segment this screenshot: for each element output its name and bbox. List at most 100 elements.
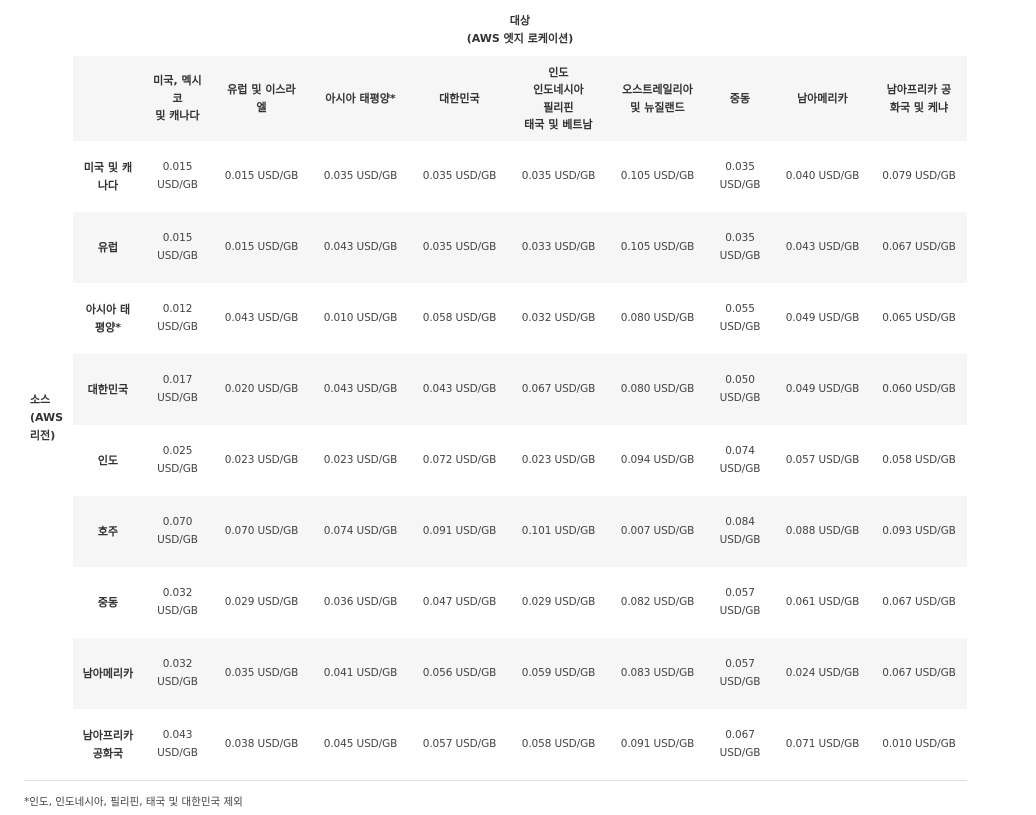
source-caption-line: (AWS xyxy=(30,411,64,424)
price-cell: 0.043 USD/GB xyxy=(323,240,398,253)
source-caption-line: 리전) xyxy=(30,429,56,442)
price-cell: 0.080 USD/GB xyxy=(620,382,695,395)
price-cell: 0.060 USD/GB xyxy=(882,382,956,395)
table-row: 인도 0.025 USD/GB 0.023 USD/GB 0.023 USD/GB 0.0… xyxy=(73,425,967,496)
price-cell: 0.067 USD/GB xyxy=(882,595,956,608)
price-cell: 0.017 USD/GB xyxy=(157,374,198,404)
price-cell: 0.035 USD/GB xyxy=(521,169,596,182)
source-region-cell: 유럽 xyxy=(97,240,119,254)
source-region-cell: 호주 xyxy=(97,524,119,538)
price-cell: 0.032 USD/GB xyxy=(521,311,596,324)
column-header: 남아메리카 xyxy=(797,91,848,105)
table-row: 남아메리카 0.032 USD/GB 0.035 USD/GB 0.041 USD/GB… xyxy=(73,638,967,709)
column-header: 인도 인도네시아 필리핀 태국 및 베트남 xyxy=(524,65,593,132)
price-cell: 0.010 USD/GB xyxy=(882,737,956,750)
table-row: 아시아 태 평양* 0.012 USD/GB 0.043 USD/GB 0.010 USD… xyxy=(73,283,967,354)
table-row: 미국 및 캐 나다 0.015 USD/GB 0.015 USD/GB 0.035 USD… xyxy=(73,141,967,212)
price-cell: 0.057 USD/GB xyxy=(422,737,497,750)
price-cell: 0.047 USD/GB xyxy=(422,595,497,608)
table-row: 남아프리카 공화국 0.043 USD/GB 0.038 USD/GB 0.045 USD… xyxy=(73,709,967,780)
price-cell: 0.043 USD/GB xyxy=(422,382,497,395)
price-cell: 0.007 USD/GB xyxy=(620,524,695,537)
price-cell: 0.091 USD/GB xyxy=(620,737,695,750)
price-cell: 0.074 USD/GB xyxy=(719,445,761,475)
price-cell: 0.067 USD/GB xyxy=(521,382,596,395)
column-header: 미국, 멕시 코 및 캐나다 xyxy=(153,74,202,123)
price-cell: 0.041 USD/GB xyxy=(323,666,398,679)
price-cell: 0.067 USD/GB xyxy=(882,666,956,679)
price-cell: 0.020 USD/GB xyxy=(224,382,299,395)
price-cell: 0.074 USD/GB xyxy=(323,524,398,537)
price-cell: 0.035 USD/GB xyxy=(719,161,761,191)
source-caption-line: 소스 xyxy=(30,393,51,406)
footnote: *인도, 인도네시아, 필리핀, 태국 및 대한민국 제외 xyxy=(24,796,243,808)
price-cell: 0.058 USD/GB xyxy=(521,737,596,750)
price-cell: 0.012 USD/GB xyxy=(157,303,198,333)
price-cell: 0.045 USD/GB xyxy=(323,737,398,750)
price-cell: 0.033 USD/GB xyxy=(521,240,596,253)
column-header: 유럽 및 이스라 엘 xyxy=(227,83,296,114)
pricing-table: 미국, 멕시 코 및 캐나다 유럽 및 이스라 엘 아시아 태평양* 대한민국 인도 인도네시아… xyxy=(73,56,967,780)
price-cell: 0.067 USD/GB xyxy=(882,240,956,253)
table-header-row: 미국, 멕시 코 및 캐나다 유럽 및 이스라 엘 아시아 태평양* 대한민국 인도 인도네시아… xyxy=(73,56,967,141)
price-cell: 0.025 USD/GB xyxy=(157,445,198,475)
price-cell: 0.084 USD/GB xyxy=(719,516,761,546)
price-cell: 0.057 USD/GB xyxy=(719,658,761,688)
price-cell: 0.093 USD/GB xyxy=(882,524,956,537)
price-cell: 0.043 USD/GB xyxy=(157,729,198,759)
price-cell: 0.023 USD/GB xyxy=(521,453,596,466)
destination-caption-line: (AWS 엣지 로케이션) xyxy=(466,32,574,45)
price-cell: 0.059 USD/GB xyxy=(521,666,596,679)
price-cell: 0.023 USD/GB xyxy=(224,453,299,466)
price-cell: 0.043 USD/GB xyxy=(323,382,398,395)
source-region-cell: 아시아 태 평양* xyxy=(85,303,131,334)
destination-caption: 대상 (AWS 엣지 로케이션) xyxy=(420,12,620,48)
price-cell: 0.083 USD/GB xyxy=(620,666,695,679)
table-row: 대한민국 0.017 USD/GB 0.020 USD/GB 0.043 USD/GB 0… xyxy=(73,354,967,425)
price-cell: 0.049 USD/GB xyxy=(785,382,860,395)
price-cell: 0.079 USD/GB xyxy=(882,169,956,182)
price-cell: 0.035 USD/GB xyxy=(422,240,497,253)
table-row: 유럽 0.015 USD/GB 0.015 USD/GB 0.043 USD/GB 0.0… xyxy=(73,212,967,283)
divider xyxy=(24,780,967,781)
price-cell: 0.057 USD/GB xyxy=(785,453,860,466)
price-cell: 0.043 USD/GB xyxy=(224,311,299,324)
price-cell: 0.065 USD/GB xyxy=(882,311,956,324)
price-cell: 0.035 USD/GB xyxy=(323,169,398,182)
price-cell: 0.035 USD/GB xyxy=(224,666,299,679)
price-cell: 0.088 USD/GB xyxy=(785,524,860,537)
price-cell: 0.040 USD/GB xyxy=(785,169,860,182)
table-row: 중동 0.032 USD/GB 0.029 USD/GB 0.036 USD/GB 0.0… xyxy=(73,567,967,638)
source-region-cell: 대한민국 xyxy=(87,382,129,396)
price-cell: 0.101 USD/GB xyxy=(521,524,596,537)
price-cell: 0.072 USD/GB xyxy=(422,453,497,466)
price-cell: 0.091 USD/GB xyxy=(422,524,497,537)
column-header: 남아프리카 공 화국 및 케냐 xyxy=(886,83,952,114)
price-cell: 0.015 USD/GB xyxy=(157,161,198,191)
price-cell: 0.105 USD/GB xyxy=(620,240,695,253)
column-header: 아시아 태평양* xyxy=(325,91,396,105)
price-cell: 0.038 USD/GB xyxy=(224,737,299,750)
destination-caption-line: 대상 xyxy=(509,14,531,27)
price-cell: 0.035 USD/GB xyxy=(719,232,761,262)
price-cell: 0.023 USD/GB xyxy=(323,453,398,466)
price-cell: 0.058 USD/GB xyxy=(882,453,956,466)
column-header: 대한민국 xyxy=(439,91,480,105)
price-cell: 0.056 USD/GB xyxy=(422,666,497,679)
price-cell: 0.050 USD/GB xyxy=(719,374,761,404)
column-header: 오스트레일리아 및 뉴질랜드 xyxy=(622,83,693,114)
price-cell: 0.035 USD/GB xyxy=(422,169,497,182)
source-region-cell: 남아메리카 xyxy=(82,666,134,680)
price-cell: 0.049 USD/GB xyxy=(785,311,860,324)
price-cell: 0.043 USD/GB xyxy=(785,240,860,253)
source-caption: 소스 (AWS 리전) xyxy=(30,391,70,445)
price-cell: 0.036 USD/GB xyxy=(323,595,398,608)
price-cell: 0.015 USD/GB xyxy=(157,232,198,262)
source-region-cell: 미국 및 캐 나다 xyxy=(83,161,133,192)
price-cell: 0.067 USD/GB xyxy=(719,729,761,759)
price-cell: 0.015 USD/GB xyxy=(224,240,299,253)
price-cell: 0.071 USD/GB xyxy=(785,737,860,750)
price-cell: 0.010 USD/GB xyxy=(323,311,398,324)
price-cell: 0.094 USD/GB xyxy=(620,453,695,466)
price-cell: 0.029 USD/GB xyxy=(521,595,596,608)
